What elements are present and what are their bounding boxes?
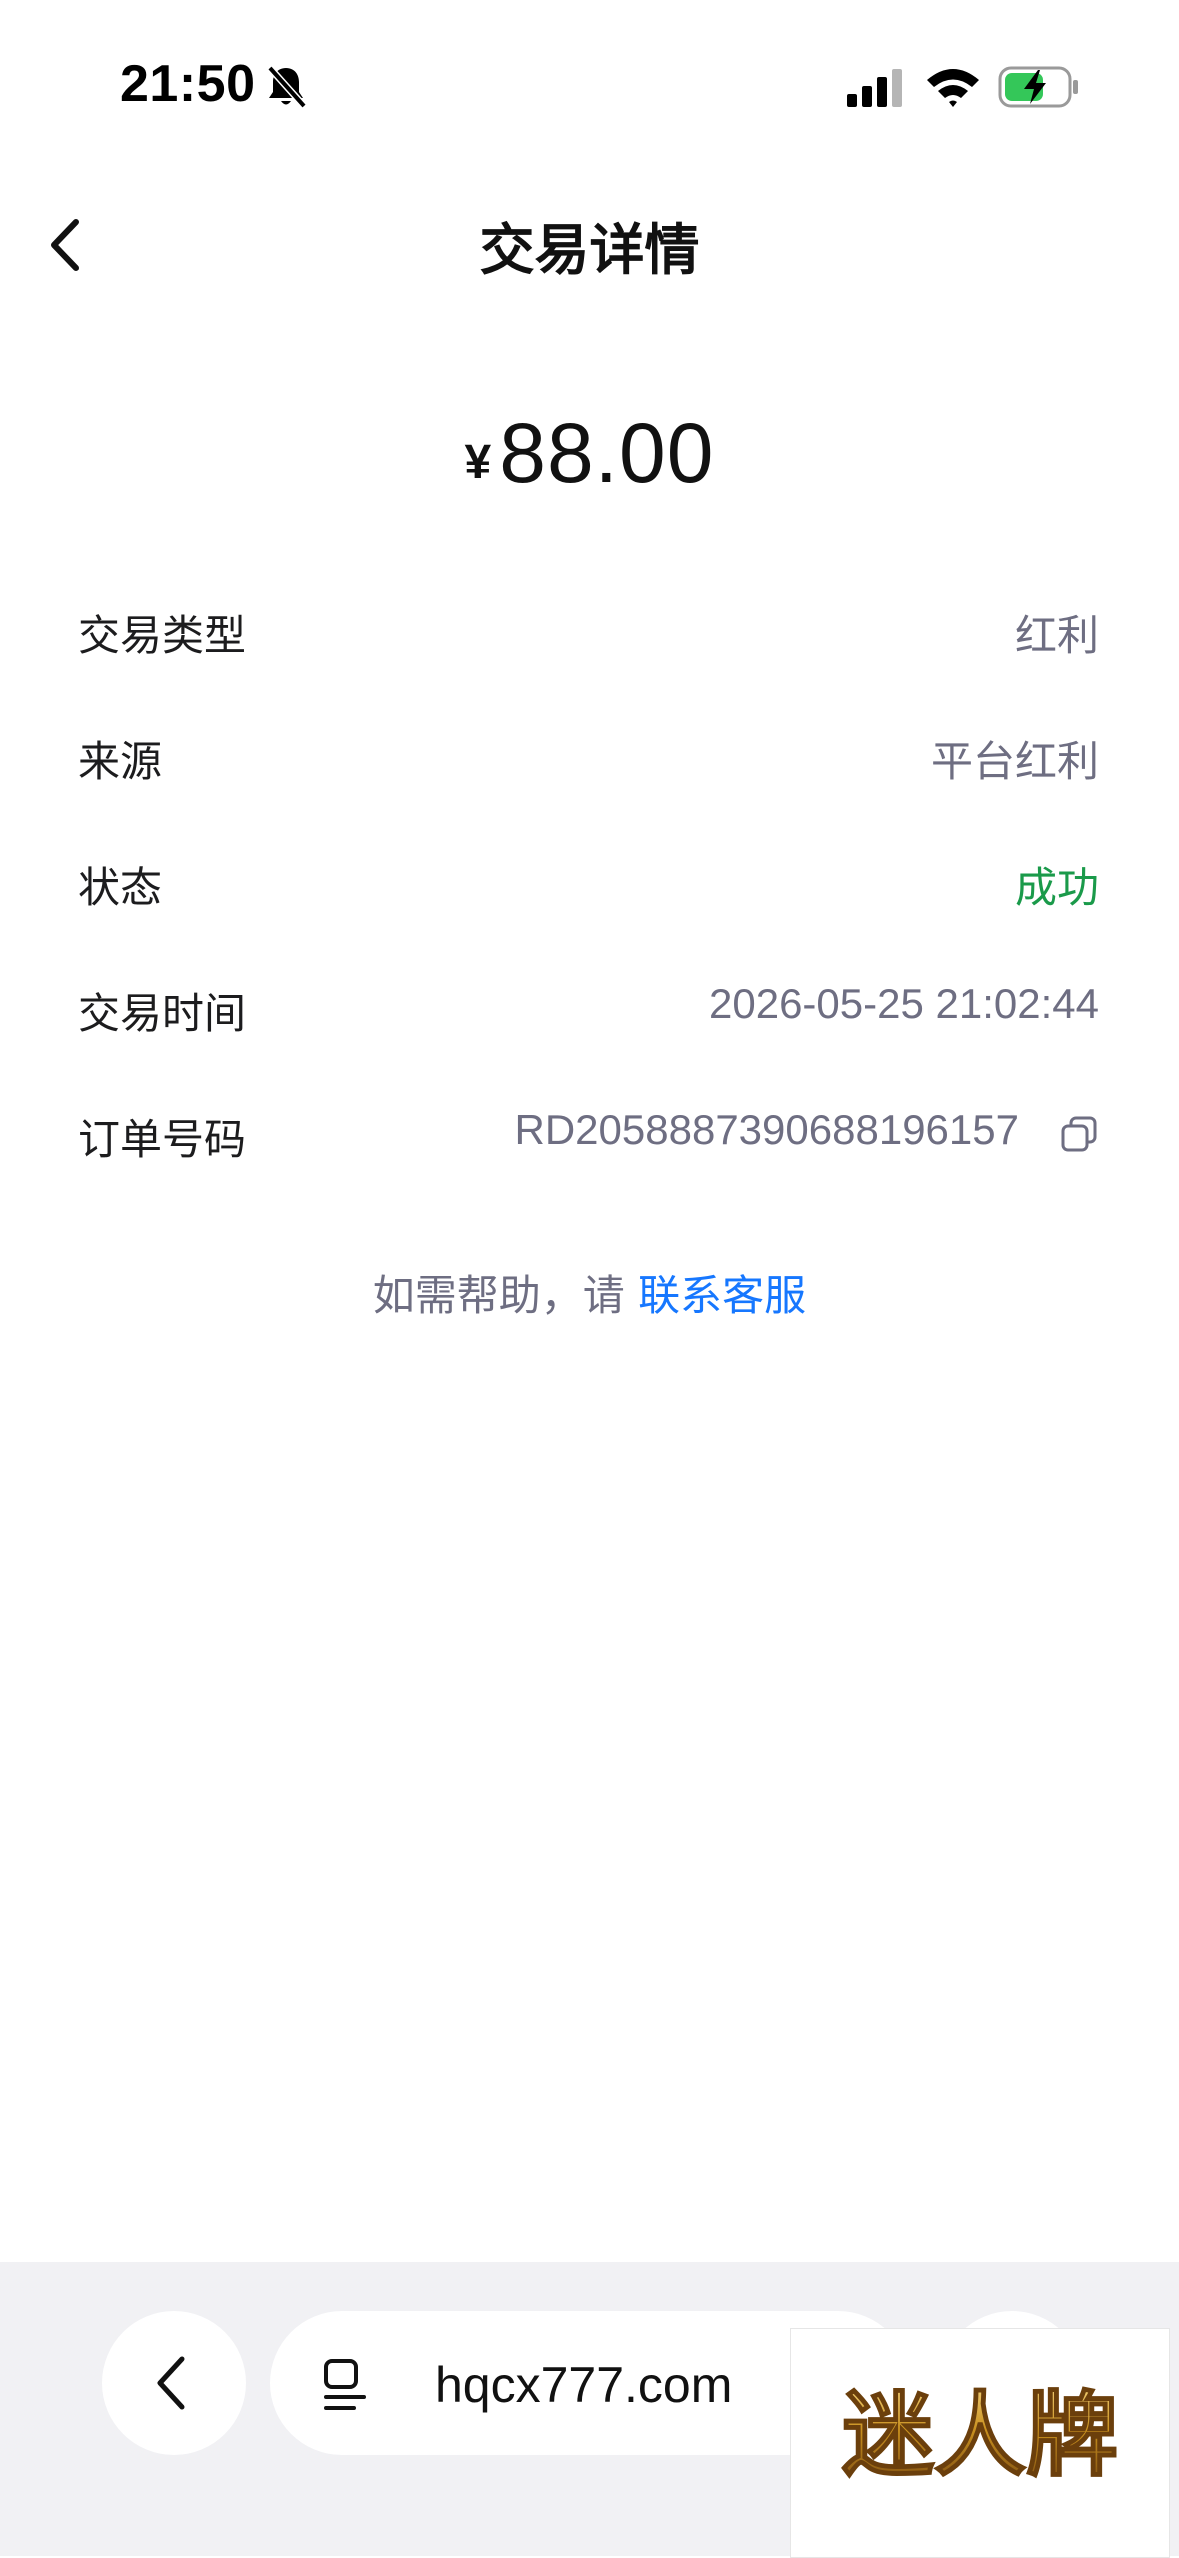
detail-row-source: 来源 平台红利	[78, 728, 1099, 798]
detail-label: 交易类型	[78, 611, 247, 660]
detail-value: 红利	[1014, 611, 1099, 660]
watermark-text: 迷人牌	[842, 2382, 1118, 2489]
browser-back-button[interactable]	[102, 2311, 246, 2455]
detail-label: 来源	[78, 737, 163, 786]
transaction-amount: ¥88.00	[0, 405, 1179, 502]
bell-slash-icon	[267, 65, 307, 109]
detail-row-type: 交易类型 红利	[78, 602, 1099, 672]
detail-label: 交易时间	[78, 989, 247, 1038]
chevron-left-icon	[157, 2356, 185, 2410]
battery-charging-icon	[998, 66, 1078, 108]
help-prefix: 如需帮助，请	[372, 1271, 625, 1320]
url-text: hqcx777.com	[435, 2357, 733, 2413]
detail-value: 2026-05-25 21:02:44	[709, 980, 1099, 1027]
watermark-logo: 迷人牌	[790, 2328, 1170, 2558]
detail-value: 平台红利	[930, 737, 1099, 786]
copy-icon[interactable]	[1059, 1114, 1099, 1154]
detail-row-time: 交易时间 2026-05-25 21:02:44	[78, 980, 1099, 1050]
status-bar: 21:50	[0, 0, 1179, 150]
detail-label: 状态	[78, 863, 163, 912]
signal-icon	[847, 69, 902, 107]
detail-row-order-number: 订单号码 RD2058887390688196157	[78, 1106, 1099, 1176]
help-text: 如需帮助，请 联系客服	[0, 1262, 1179, 1323]
contact-support-link[interactable]: 联系客服	[638, 1271, 806, 1320]
order-number-value: RD2058887390688196157	[514, 1106, 1019, 1153]
status-value: 成功	[1014, 863, 1099, 912]
detail-label: 订单号码	[78, 1115, 247, 1164]
detail-row-status: 状态 成功	[78, 854, 1099, 924]
currency-symbol: ¥	[464, 436, 492, 489]
status-time: 21:50	[120, 55, 256, 113]
page-menu-icon[interactable]	[320, 2357, 376, 2413]
wifi-icon	[927, 69, 979, 107]
amount-value: 88.00	[499, 406, 715, 500]
page-title: 交易详情	[479, 218, 700, 282]
